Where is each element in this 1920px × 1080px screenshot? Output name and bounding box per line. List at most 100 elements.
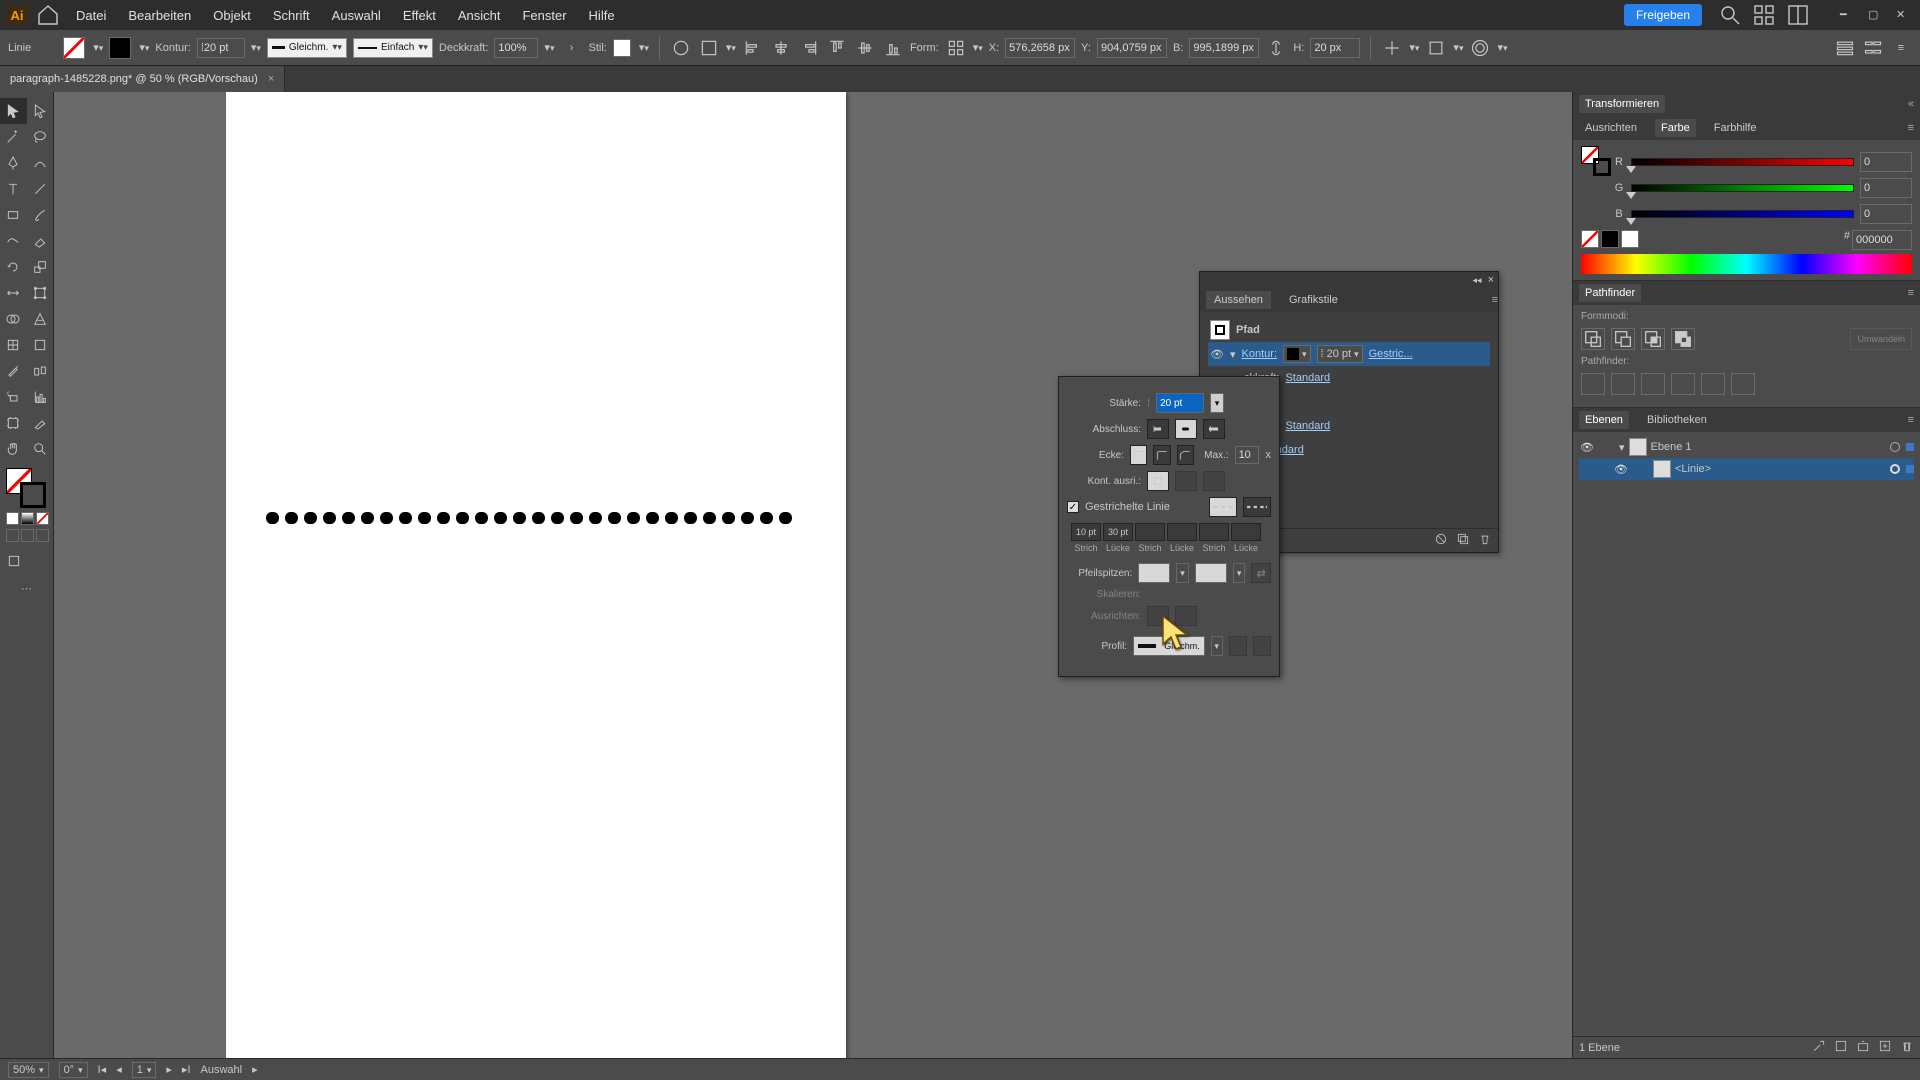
- eraser-tool[interactable]: [27, 228, 54, 254]
- shape-builder-tool[interactable]: [0, 306, 27, 332]
- arrow-start-combo[interactable]: [1138, 563, 1170, 583]
- layer-1-name[interactable]: Ebene 1: [1651, 441, 1692, 453]
- fill-swatch[interactable]: [63, 37, 85, 59]
- line-tool[interactable]: [27, 176, 54, 202]
- menu-datei[interactable]: Datei: [68, 4, 114, 27]
- layers-menu-icon[interactable]: ≡: [1908, 414, 1920, 426]
- curvature-tool[interactable]: [27, 150, 54, 176]
- pathfinder-tab[interactable]: Pathfinder: [1579, 284, 1641, 302]
- divide-button[interactable]: [1581, 373, 1605, 395]
- unite-button[interactable]: [1581, 328, 1605, 350]
- align-tab[interactable]: Ausrichten: [1579, 119, 1643, 137]
- clip-chev[interactable]: ▾: [1453, 41, 1463, 54]
- minimize-button[interactable]: ━: [1840, 8, 1854, 22]
- edit-clip-icon[interactable]: [1425, 37, 1447, 59]
- window-layout-icon[interactable]: [1786, 3, 1810, 27]
- arrange-icon[interactable]: [1752, 3, 1776, 27]
- dash-2-input[interactable]: [1135, 523, 1165, 541]
- new-layer-icon[interactable]: [1878, 1039, 1892, 1056]
- symbol-sprayer-tool[interactable]: [0, 384, 27, 410]
- locate-layer-icon[interactable]: [1812, 1039, 1826, 1056]
- pathfinder-menu-icon[interactable]: ≡: [1908, 287, 1920, 299]
- isolate-icon[interactable]: [1381, 37, 1403, 59]
- recolor-icon[interactable]: ›: [560, 37, 582, 59]
- new-sublayer-icon[interactable]: [1856, 1039, 1870, 1056]
- magic-wand-tool[interactable]: [0, 124, 27, 150]
- gap-2-input[interactable]: [1167, 523, 1197, 541]
- merge-button[interactable]: [1641, 373, 1665, 395]
- dashed-checkbox[interactable]: ✓: [1067, 501, 1079, 513]
- slice-tool[interactable]: [27, 410, 54, 436]
- stroke-panel[interactable]: Stärke: ⁞ 20 pt Abschluss: Ecke: Max.: 1…: [1058, 376, 1280, 677]
- minus-front-button[interactable]: [1611, 328, 1635, 350]
- r-slider[interactable]: [1631, 155, 1854, 169]
- menu-ansicht[interactable]: Ansicht: [450, 4, 509, 27]
- white-swatch[interactable]: [1621, 230, 1639, 248]
- canvas[interactable]: [54, 92, 1572, 1058]
- panel-menu-icon[interactable]: ≡: [1890, 37, 1912, 59]
- appearance-menu-icon[interactable]: ≡: [1492, 294, 1498, 306]
- screen-mode-button[interactable]: [0, 548, 27, 574]
- color-stroke-swatch[interactable]: [1593, 158, 1611, 176]
- brush-combo[interactable]: Gleichm.▾: [267, 38, 347, 58]
- dash-1-input[interactable]: 10 pt: [1071, 523, 1101, 541]
- b-slider[interactable]: [1631, 207, 1854, 221]
- dashed-line-object[interactable]: [266, 512, 806, 524]
- width-tool[interactable]: [0, 280, 27, 306]
- paintbrush-tool[interactable]: [27, 202, 54, 228]
- align-hcenter-icon[interactable]: [770, 37, 792, 59]
- dash-preserve-button[interactable]: [1209, 497, 1237, 517]
- pen-tool[interactable]: [0, 150, 27, 176]
- sublayer-visibility-icon[interactable]: 👁: [1613, 463, 1629, 476]
- stroke-size-combo[interactable]: ⁞ 20 pt: [1317, 345, 1363, 363]
- w-field[interactable]: 995,1899 px: [1189, 38, 1259, 58]
- corner-round-button[interactable]: [1153, 445, 1170, 465]
- menu-auswahl[interactable]: Auswahl: [324, 4, 389, 27]
- type-tool[interactable]: [0, 176, 27, 202]
- recolor-art-icon[interactable]: [670, 37, 692, 59]
- stroke-vis-icon[interactable]: 👁: [1210, 348, 1224, 361]
- r-value-field[interactable]: 0: [1860, 152, 1912, 172]
- transform-panel-icon[interactable]: [945, 37, 967, 59]
- delete-layer-icon[interactable]: [1900, 1039, 1914, 1056]
- graphic-style-swatch[interactable]: [613, 39, 631, 57]
- arrow-end-chev[interactable]: [1233, 563, 1246, 583]
- opacity-dropdown[interactable]: ▾: [544, 41, 554, 54]
- corner-bevel-button[interactable]: [1177, 445, 1194, 465]
- none-mode-button[interactable]: [36, 512, 49, 525]
- style-chev[interactable]: ▾: [639, 41, 649, 54]
- artboard-prev-icon[interactable]: ◂: [116, 1063, 122, 1076]
- edit-toolbar-button[interactable]: ⋯: [0, 582, 53, 595]
- corner-miter-button[interactable]: [1130, 445, 1147, 465]
- scale-tool[interactable]: [27, 254, 54, 280]
- link-wh-icon[interactable]: [1265, 37, 1287, 59]
- profile-combo[interactable]: Gleichm.: [1133, 636, 1205, 656]
- rectangle-tool[interactable]: [0, 202, 27, 228]
- align-top-icon[interactable]: [826, 37, 848, 59]
- stroke-swatch[interactable]: [109, 37, 131, 59]
- align-bottom-icon[interactable]: [882, 37, 904, 59]
- hex-field[interactable]: 000000: [1852, 230, 1912, 250]
- panel-collapse-icon[interactable]: ◂◂: [1473, 275, 1482, 286]
- sublayer-target-icon[interactable]: [1890, 464, 1900, 474]
- layer-visibility-icon[interactable]: 👁: [1579, 441, 1595, 454]
- duplicate-item-icon[interactable]: [1456, 532, 1470, 549]
- stroke-weight-dropdown[interactable]: ▾: [251, 41, 261, 54]
- black-swatch[interactable]: [1601, 230, 1619, 248]
- direct-selection-tool[interactable]: [27, 98, 54, 124]
- artboard-next-last-icon[interactable]: ▸I: [182, 1063, 191, 1076]
- stroke-color-combo[interactable]: [1283, 345, 1311, 363]
- gradient-tool[interactable]: [27, 332, 54, 358]
- gradient-mode-button[interactable]: [21, 512, 34, 525]
- artboard-prev-first-icon[interactable]: I◂: [98, 1063, 107, 1076]
- stroke-expand-icon[interactable]: ▾: [1230, 348, 1236, 361]
- lasso-tool[interactable]: [27, 124, 54, 150]
- stroke-color-swatch[interactable]: [20, 482, 46, 508]
- draw-normal-button[interactable]: [6, 529, 19, 542]
- close-button[interactable]: ✕: [1896, 8, 1910, 22]
- color-panel-menu-icon[interactable]: ≡: [1908, 122, 1920, 134]
- graphic-styles-tab[interactable]: Grafikstile: [1281, 291, 1346, 309]
- g-value-field[interactable]: 0: [1860, 178, 1912, 198]
- tab-close-icon[interactable]: ×: [268, 73, 274, 85]
- layer-target-icon[interactable]: [1890, 442, 1900, 452]
